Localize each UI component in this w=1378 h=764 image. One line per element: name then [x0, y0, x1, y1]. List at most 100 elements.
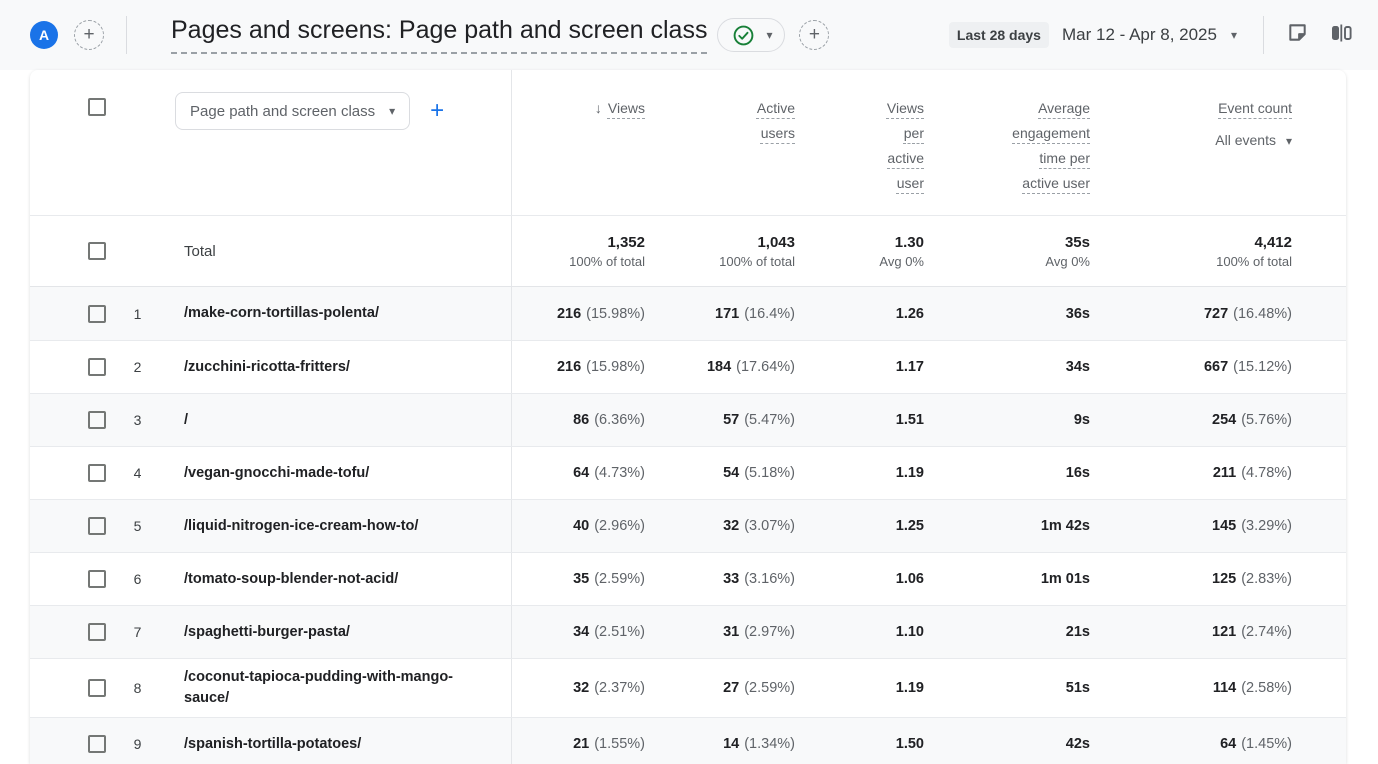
table-row: 5 /liquid-nitrogen-ice-cream-how-to/ 40 … [30, 499, 1346, 552]
views-per-active-user-cell: 1.19 [795, 659, 924, 717]
page-path: /spanish-tortilla-potatoes/ [160, 718, 512, 764]
select-all-checkbox[interactable] [88, 98, 106, 116]
comparisons-button[interactable] [1328, 22, 1354, 48]
add-dimension-button[interactable]: + [430, 92, 444, 130]
table-header-row: Page path and screen class ▾ + ↓Views Ac… [30, 70, 1346, 215]
views-per-active-user-cell: 1.26 [795, 287, 924, 340]
divider [1263, 16, 1264, 54]
row-checkbox[interactable] [88, 735, 106, 753]
row-checkbox[interactable] [88, 464, 106, 482]
avg-engagement-time-cell: 42s [924, 718, 1090, 764]
active-users-cell: 54 (5.18%) [645, 447, 795, 499]
event-count-cell: 145 (3.29%) [1090, 500, 1292, 552]
page-path: /vegan-gnocchi-made-tofu/ [160, 447, 512, 499]
views-cell: 35 (2.59%) [512, 553, 645, 605]
date-range-badge[interactable]: Last 28 days [949, 22, 1049, 48]
plus-icon: + [809, 24, 820, 46]
views-per-active-user-cell: 1.50 [795, 718, 924, 764]
row-rank: 2 [115, 341, 160, 393]
table-row: 8 /coconut-tapioca-pudding-with-mango-sa… [30, 658, 1346, 717]
report-header: A + Pages and screens: Page path and scr… [0, 0, 1378, 70]
page-path: /zucchini-ricotta-fritters/ [160, 341, 512, 393]
column-header-event-count[interactable]: Event count All events ▾ [1090, 70, 1292, 215]
active-users-cell: 31 (2.97%) [645, 606, 795, 658]
chevron-down-icon: ▾ [766, 29, 772, 41]
event-count-cell: 211 (4.78%) [1090, 447, 1292, 499]
event-count-cell: 727 (16.48%) [1090, 287, 1292, 340]
table-row: 7 /spaghetti-burger-pasta/ 34 (2.51%) 31… [30, 605, 1346, 658]
avg-engagement-time-cell: 51s [924, 659, 1090, 717]
table-body: 1 /make-corn-tortillas-polenta/ 216 (15.… [30, 287, 1346, 764]
chevron-down-icon: ▾ [1231, 29, 1237, 41]
page-path: / [160, 394, 512, 446]
views-cell: 34 (2.51%) [512, 606, 645, 658]
avg-engagement-time-cell: 34s [924, 341, 1090, 393]
column-header-views-per-active-user[interactable]: Views per active user [795, 70, 924, 215]
divider [126, 16, 127, 54]
column-header-avg-engagement-time[interactable]: Average engagement time per active user [924, 70, 1090, 215]
add-metric-button[interactable]: + [799, 20, 829, 50]
total-active-users: 1,043 100% of total [645, 216, 795, 286]
page-path: /spaghetti-burger-pasta/ [160, 606, 512, 658]
row-checkbox[interactable] [88, 305, 106, 323]
row-rank: 4 [115, 447, 160, 499]
avg-engagement-time-cell: 9s [924, 394, 1090, 446]
total-avg-engagement-time: 35s Avg 0% [924, 216, 1090, 286]
page-title[interactable]: Pages and screens: Page path and screen … [171, 16, 707, 54]
page-path: /make-corn-tortillas-polenta/ [160, 287, 512, 340]
active-users-cell: 14 (1.34%) [645, 718, 795, 764]
avg-engagement-time-cell: 1m 01s [924, 553, 1090, 605]
report-table-card: Page path and screen class ▾ + ↓Views Ac… [30, 70, 1346, 764]
column-header-views[interactable]: ↓Views [512, 70, 645, 215]
date-range-text: Mar 12 - Apr 8, 2025 [1062, 25, 1217, 45]
avg-engagement-time-cell: 36s [924, 287, 1090, 340]
event-count-cell: 254 (5.76%) [1090, 394, 1292, 446]
column-header-active-users[interactable]: Active users [645, 70, 795, 215]
views-cell: 64 (4.73%) [512, 447, 645, 499]
date-range-selector[interactable]: Mar 12 - Apr 8, 2025 ▾ [1062, 25, 1237, 45]
total-views: 1,352 100% of total [512, 216, 645, 286]
total-views-per-active-user: 1.30 Avg 0% [795, 216, 924, 286]
row-checkbox[interactable] [88, 570, 106, 588]
event-count-cell: 125 (2.83%) [1090, 553, 1292, 605]
dimension-dropdown[interactable]: Page path and screen class ▾ [175, 92, 410, 130]
total-checkbox[interactable] [88, 242, 106, 260]
row-checkbox[interactable] [88, 358, 106, 376]
views-per-active-user-cell: 1.17 [795, 341, 924, 393]
row-rank: 3 [115, 394, 160, 446]
row-rank: 5 [115, 500, 160, 552]
page-path: /coconut-tapioca-pudding-with-mango-sauc… [160, 659, 512, 717]
page-path: /liquid-nitrogen-ice-cream-how-to/ [160, 500, 512, 552]
sort-descending-icon: ↓ [595, 96, 602, 121]
report-status-dropdown[interactable]: ▾ [717, 18, 785, 52]
avatar[interactable]: A [30, 21, 58, 49]
table-row: 2 /zucchini-ricotta-fritters/ 216 (15.98… [30, 340, 1346, 393]
table-row: 3 / 86 (6.36%) 57 (5.47%) 1.51 9s 254 (5… [30, 393, 1346, 446]
active-users-cell: 184 (17.64%) [645, 341, 795, 393]
row-rank: 6 [115, 553, 160, 605]
active-users-cell: 32 (3.07%) [645, 500, 795, 552]
note-icon [1286, 21, 1309, 49]
dimension-label: Page path and screen class [190, 103, 375, 120]
event-filter-dropdown[interactable]: All events ▾ [1090, 128, 1292, 153]
row-checkbox[interactable] [88, 623, 106, 641]
table-row: 4 /vegan-gnocchi-made-tofu/ 64 (4.73%) 5… [30, 446, 1346, 499]
avg-engagement-time-cell: 21s [924, 606, 1090, 658]
views-per-active-user-cell: 1.25 [795, 500, 924, 552]
plus-icon: + [83, 24, 94, 46]
comparison-panels-icon [1329, 21, 1353, 50]
row-checkbox[interactable] [88, 411, 106, 429]
avg-engagement-time-cell: 16s [924, 447, 1090, 499]
views-per-active-user-cell: 1.06 [795, 553, 924, 605]
add-comparison-button[interactable]: + [74, 20, 104, 50]
views-cell: 21 (1.55%) [512, 718, 645, 764]
event-count-cell: 64 (1.45%) [1090, 718, 1292, 764]
row-checkbox[interactable] [88, 517, 106, 535]
views-per-active-user-cell: 1.51 [795, 394, 924, 446]
active-users-cell: 27 (2.59%) [645, 659, 795, 717]
total-row: Total 1,352 100% of total 1,043 100% of … [30, 215, 1346, 287]
notes-button[interactable] [1284, 22, 1310, 48]
page-path: /tomato-soup-blender-not-acid/ [160, 553, 512, 605]
row-checkbox[interactable] [88, 679, 106, 697]
event-count-cell: 667 (15.12%) [1090, 341, 1292, 393]
